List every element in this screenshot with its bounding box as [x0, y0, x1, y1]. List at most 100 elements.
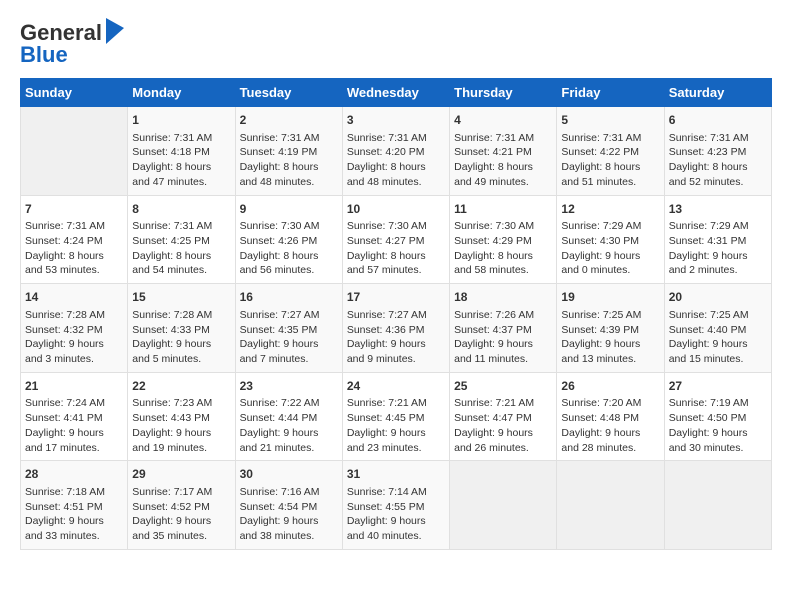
day-number: 1 [132, 112, 230, 129]
day-number: 31 [347, 466, 445, 483]
day-number: 29 [132, 466, 230, 483]
day-number: 26 [561, 378, 659, 395]
day-number: 28 [25, 466, 123, 483]
day-number: 7 [25, 201, 123, 218]
calendar-week-row: 1 Sunrise: 7:31 AMSunset: 4:18 PMDaylight… [21, 107, 772, 196]
day-info: Sunrise: 7:30 AMSunset: 4:27 PMDaylight:… [347, 219, 445, 278]
day-number: 25 [454, 378, 552, 395]
calendar-cell: 10Sunrise: 7:30 AMSunset: 4:27 PMDayligh… [342, 195, 449, 284]
calendar-header-thursday: Thursday [450, 79, 557, 107]
day-info: Sunrise: 7:24 AMSunset: 4:41 PMDaylight:… [25, 396, 123, 455]
day-info: Sunrise: 7:19 AMSunset: 4:50 PMDaylight:… [669, 396, 767, 455]
calendar-header-wednesday: Wednesday [342, 79, 449, 107]
day-info: Sunrise: 7:28 AMSunset: 4:32 PMDaylight:… [25, 308, 123, 367]
day-number: 22 [132, 378, 230, 395]
day-number: 16 [240, 289, 338, 306]
calendar-header-friday: Friday [557, 79, 664, 107]
day-number: 2 [240, 112, 338, 129]
day-number: 3 [347, 112, 445, 129]
day-info: Sunrise: 7:23 AMSunset: 4:43 PMDaylight:… [132, 396, 230, 455]
logo-icon [104, 18, 124, 44]
day-info: Sunrise: 7:31 AMSunset: 4:21 PMDaylight:… [454, 131, 552, 190]
day-number: 15 [132, 289, 230, 306]
day-number: 14 [25, 289, 123, 306]
day-info: Sunrise: 7:17 AMSunset: 4:52 PMDaylight:… [132, 485, 230, 544]
day-number: 13 [669, 201, 767, 218]
day-info: Sunrise: 7:29 AMSunset: 4:31 PMDaylight:… [669, 219, 767, 278]
day-number: 5 [561, 112, 659, 129]
day-info: Sunrise: 7:27 AMSunset: 4:36 PMDaylight:… [347, 308, 445, 367]
calendar-week-row: 28 Sunrise: 7:18 AMSunset: 4:51 PMDayligh… [21, 461, 772, 550]
calendar-cell: 31 Sunrise: 7:14 AMSunset: 4:55 PMDayligh… [342, 461, 449, 550]
calendar-cell [664, 461, 771, 550]
calendar-cell: 17 Sunrise: 7:27 AMSunset: 4:36 PMDayligh… [342, 284, 449, 373]
calendar-cell: 15Sunrise: 7:28 AMSunset: 4:33 PMDayligh… [128, 284, 235, 373]
calendar-header-sunday: Sunday [21, 79, 128, 107]
calendar-cell: 6 Sunrise: 7:31 AMSunset: 4:23 PMDaylight… [664, 107, 771, 196]
calendar-header-monday: Monday [128, 79, 235, 107]
calendar-cell: 16 Sunrise: 7:27 AMSunset: 4:35 PMDayligh… [235, 284, 342, 373]
day-info: Sunrise: 7:20 AMSunset: 4:48 PMDaylight:… [561, 396, 659, 455]
calendar-cell: 27Sunrise: 7:19 AMSunset: 4:50 PMDayligh… [664, 372, 771, 461]
day-info: Sunrise: 7:31 AMSunset: 4:20 PMDaylight:… [347, 131, 445, 190]
day-info: Sunrise: 7:31 AMSunset: 4:19 PMDaylight:… [240, 131, 338, 190]
day-info: Sunrise: 7:31 AMSunset: 4:25 PMDaylight:… [132, 219, 230, 278]
calendar-week-row: 21Sunrise: 7:24 AMSunset: 4:41 PMDayligh… [21, 372, 772, 461]
calendar-cell: 12Sunrise: 7:29 AMSunset: 4:30 PMDayligh… [557, 195, 664, 284]
calendar-cell: 21Sunrise: 7:24 AMSunset: 4:41 PMDayligh… [21, 372, 128, 461]
calendar-cell: 7Sunrise: 7:31 AMSunset: 4:24 PMDaylight… [21, 195, 128, 284]
day-number: 19 [561, 289, 659, 306]
calendar-cell: 24Sunrise: 7:21 AMSunset: 4:45 PMDayligh… [342, 372, 449, 461]
day-info: Sunrise: 7:21 AMSunset: 4:47 PMDaylight:… [454, 396, 552, 455]
calendar-cell: 14 Sunrise: 7:28 AMSunset: 4:32 PMDayligh… [21, 284, 128, 373]
calendar-cell: 19 Sunrise: 7:25 AMSunset: 4:39 PMDayligh… [557, 284, 664, 373]
day-number: 11 [454, 201, 552, 218]
day-number: 12 [561, 201, 659, 218]
day-number: 20 [669, 289, 767, 306]
calendar-cell [21, 107, 128, 196]
day-info: Sunrise: 7:18 AMSunset: 4:51 PMDaylight:… [25, 485, 123, 544]
day-number: 27 [669, 378, 767, 395]
day-info: Sunrise: 7:14 AMSunset: 4:55 PMDaylight:… [347, 485, 445, 544]
day-info: Sunrise: 7:31 AMSunset: 4:24 PMDaylight:… [25, 219, 123, 278]
day-info: Sunrise: 7:16 AMSunset: 4:54 PMDaylight:… [240, 485, 338, 544]
calendar-cell: 30 Sunrise: 7:16 AMSunset: 4:54 PMDayligh… [235, 461, 342, 550]
calendar-cell [450, 461, 557, 550]
calendar-cell: 4 Sunrise: 7:31 AMSunset: 4:21 PMDaylight… [450, 107, 557, 196]
calendar-cell: 18Sunrise: 7:26 AMSunset: 4:37 PMDayligh… [450, 284, 557, 373]
calendar-cell [557, 461, 664, 550]
day-number: 30 [240, 466, 338, 483]
day-info: Sunrise: 7:27 AMSunset: 4:35 PMDaylight:… [240, 308, 338, 367]
calendar-week-row: 7Sunrise: 7:31 AMSunset: 4:24 PMDaylight… [21, 195, 772, 284]
day-number: 21 [25, 378, 123, 395]
calendar-cell: 25Sunrise: 7:21 AMSunset: 4:47 PMDayligh… [450, 372, 557, 461]
calendar-cell: 20Sunrise: 7:25 AMSunset: 4:40 PMDayligh… [664, 284, 771, 373]
day-number: 6 [669, 112, 767, 129]
calendar-cell: 1 Sunrise: 7:31 AMSunset: 4:18 PMDaylight… [128, 107, 235, 196]
day-info: Sunrise: 7:30 AMSunset: 4:29 PMDaylight:… [454, 219, 552, 278]
logo: General Blue [20, 20, 124, 68]
day-info: Sunrise: 7:25 AMSunset: 4:39 PMDaylight:… [561, 308, 659, 367]
day-info: Sunrise: 7:22 AMSunset: 4:44 PMDaylight:… [240, 396, 338, 455]
day-info: Sunrise: 7:30 AMSunset: 4:26 PMDaylight:… [240, 219, 338, 278]
calendar-cell: 3 Sunrise: 7:31 AMSunset: 4:20 PMDaylight… [342, 107, 449, 196]
day-info: Sunrise: 7:21 AMSunset: 4:45 PMDaylight:… [347, 396, 445, 455]
day-number: 8 [132, 201, 230, 218]
day-info: Sunrise: 7:31 AMSunset: 4:18 PMDaylight:… [132, 131, 230, 190]
day-number: 18 [454, 289, 552, 306]
calendar-cell: 5 Sunrise: 7:31 AMSunset: 4:22 PMDaylight… [557, 107, 664, 196]
day-number: 23 [240, 378, 338, 395]
day-info: Sunrise: 7:29 AMSunset: 4:30 PMDaylight:… [561, 219, 659, 278]
calendar-cell: 9Sunrise: 7:30 AMSunset: 4:26 PMDaylight… [235, 195, 342, 284]
day-number: 4 [454, 112, 552, 129]
header: General Blue [20, 20, 772, 68]
calendar-header-saturday: Saturday [664, 79, 771, 107]
day-number: 24 [347, 378, 445, 395]
day-info: Sunrise: 7:31 AMSunset: 4:23 PMDaylight:… [669, 131, 767, 190]
calendar-cell: 2 Sunrise: 7:31 AMSunset: 4:19 PMDaylight… [235, 107, 342, 196]
calendar-cell: 26Sunrise: 7:20 AMSunset: 4:48 PMDayligh… [557, 372, 664, 461]
day-info: Sunrise: 7:31 AMSunset: 4:22 PMDaylight:… [561, 131, 659, 190]
calendar-cell: 11Sunrise: 7:30 AMSunset: 4:29 PMDayligh… [450, 195, 557, 284]
day-number: 17 [347, 289, 445, 306]
calendar-table: SundayMondayTuesdayWednesdayThursdayFrid… [20, 78, 772, 550]
